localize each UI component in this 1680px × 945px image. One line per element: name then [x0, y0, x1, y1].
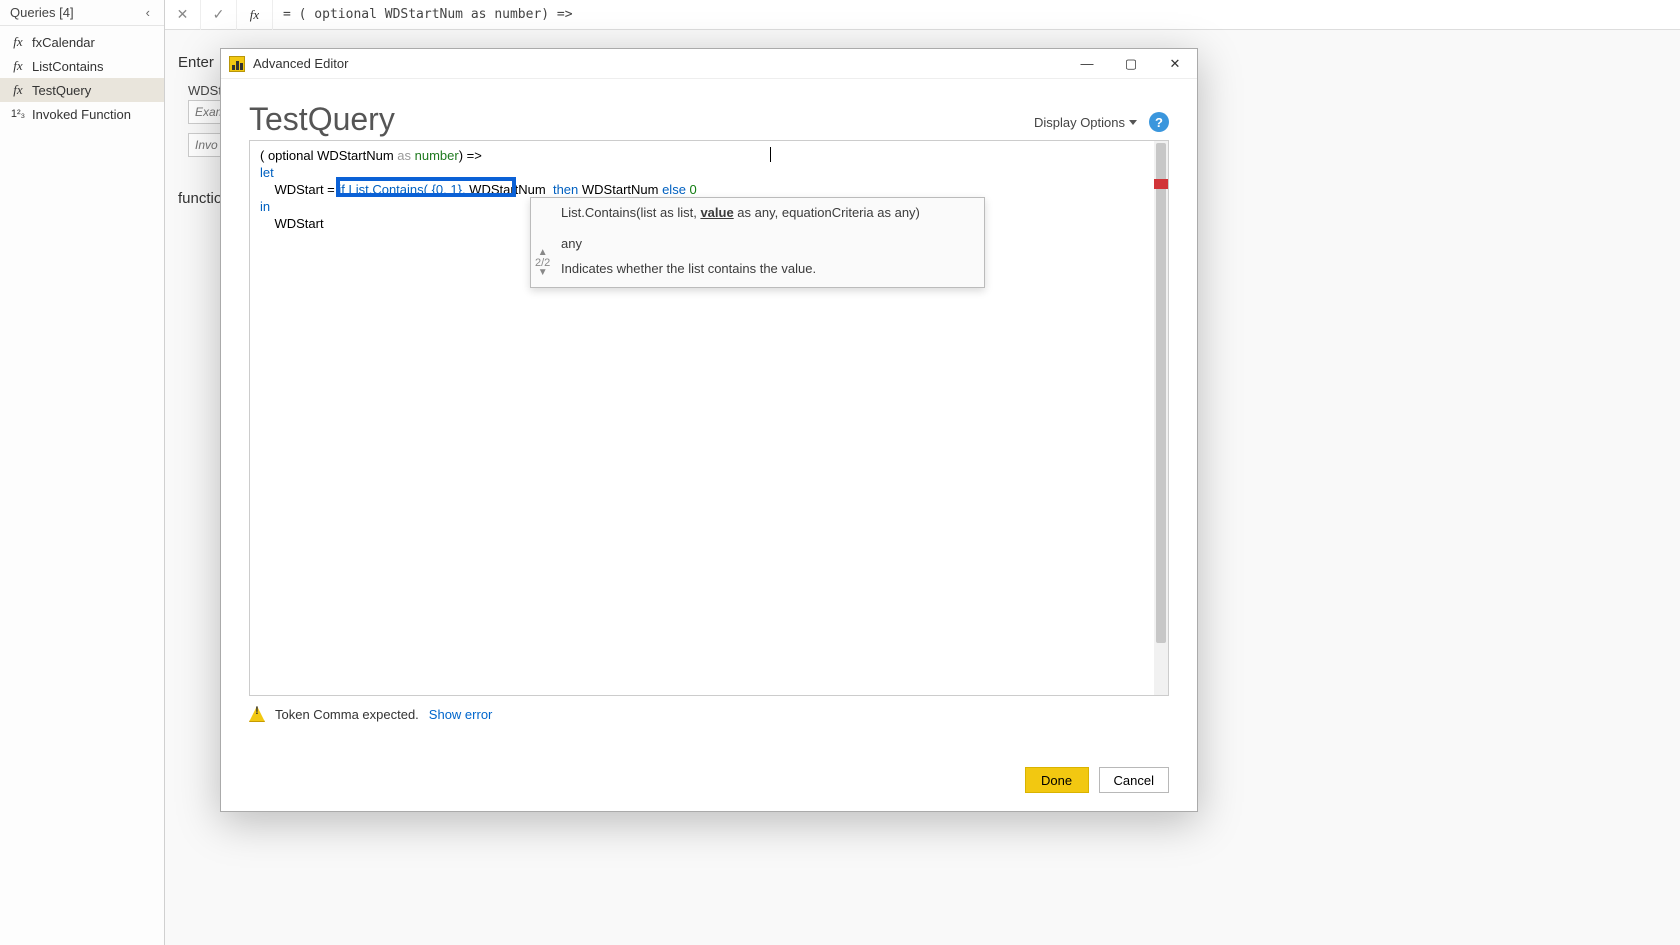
- sidebar-collapse-button[interactable]: ‹: [142, 5, 154, 20]
- fx-icon: fx: [10, 82, 26, 98]
- enter-parameters-label: Enter: [178, 54, 214, 71]
- fx-icon: fx: [10, 58, 26, 74]
- query-list: fx fxCalendar fx ListContains fx TestQue…: [0, 26, 164, 126]
- show-error-link[interactable]: Show error: [429, 707, 493, 722]
- done-button[interactable]: Done: [1025, 767, 1089, 793]
- queries-sidebar: Queries [4] ‹ fx fxCalendar fx ListConta…: [0, 0, 165, 945]
- code-line: ( optional WDStartNum as number) =>: [260, 147, 1158, 164]
- error-marker[interactable]: [1154, 179, 1168, 189]
- dialog-footer: Done Cancel: [1025, 767, 1169, 793]
- tooltip-return-type: any: [561, 235, 976, 252]
- chevron-down-icon: [1129, 120, 1137, 125]
- text-caret: [770, 147, 771, 162]
- dialog-titlebar[interactable]: Advanced Editor — ▢ ✕: [221, 49, 1197, 79]
- tooltip-signature: List.Contains(list as list, value as any…: [561, 204, 976, 221]
- formula-cancel-button[interactable]: ✕: [165, 0, 201, 30]
- warning-icon: [249, 706, 265, 722]
- query-item-listcontains[interactable]: fx ListContains: [0, 54, 164, 78]
- intellisense-tooltip: ▲ 2/2 ▼ List.Contains(list as list, valu…: [530, 197, 985, 288]
- tooltip-next-button[interactable]: ▼: [535, 268, 550, 278]
- error-row: Token Comma expected. Show error: [249, 706, 1169, 722]
- window-buttons: — ▢ ✕: [1065, 49, 1197, 79]
- formula-bar: ✕ ✓ fx = ( optional WDStartNum as number…: [165, 0, 1680, 30]
- code-line: WDStart = if List.Contains( {0, 1}, WDSt…: [260, 181, 1158, 198]
- scrollbar-thumb[interactable]: [1156, 143, 1166, 643]
- queries-header: Queries [4] ‹: [0, 0, 164, 26]
- error-text: Token Comma expected.: [275, 707, 419, 722]
- display-options-label: Display Options: [1034, 115, 1125, 130]
- formula-text[interactable]: = ( optional WDStartNum as number) =>: [273, 7, 573, 22]
- query-label: fxCalendar: [32, 35, 95, 50]
- tooltip-nav: ▲ 2/2 ▼: [535, 248, 550, 278]
- fx-button[interactable]: fx: [237, 0, 273, 30]
- minimize-button[interactable]: —: [1065, 49, 1109, 79]
- query-item-testquery[interactable]: fx TestQuery: [0, 78, 164, 102]
- code-editor-content[interactable]: ( optional WDStartNum as number) => let …: [250, 141, 1168, 695]
- editor-scrollbar[interactable]: [1154, 141, 1168, 695]
- formula-commit-button[interactable]: ✓: [201, 0, 237, 30]
- dialog-title: Advanced Editor: [253, 56, 1065, 71]
- power-bi-icon: [229, 56, 245, 72]
- query-label: TestQuery: [32, 83, 91, 98]
- query-label: ListContains: [32, 59, 104, 74]
- query-label: Invoked Function: [32, 107, 131, 122]
- tooltip-description: Indicates whether the list contains the …: [561, 260, 976, 277]
- query-item-invoked-function[interactable]: 1²₃ Invoked Function: [0, 102, 164, 126]
- advanced-editor-dialog: Advanced Editor — ▢ ✕ TestQuery Display …: [220, 48, 1198, 812]
- code-line: let: [260, 164, 1158, 181]
- query-item-fxcalendar[interactable]: fx fxCalendar: [0, 30, 164, 54]
- code-editor[interactable]: ( optional WDStartNum as number) => let …: [249, 140, 1169, 696]
- number-icon: 1²₃: [10, 108, 26, 120]
- display-options-button[interactable]: Display Options: [1034, 115, 1137, 130]
- queries-title: Queries [4]: [10, 5, 74, 20]
- close-button[interactable]: ✕: [1153, 49, 1197, 79]
- dialog-body: TestQuery Display Options ? ( optional W…: [221, 79, 1197, 811]
- cancel-button[interactable]: Cancel: [1099, 767, 1169, 793]
- help-button[interactable]: ?: [1149, 112, 1169, 132]
- fx-icon: fx: [10, 34, 26, 50]
- maximize-button[interactable]: ▢: [1109, 49, 1153, 79]
